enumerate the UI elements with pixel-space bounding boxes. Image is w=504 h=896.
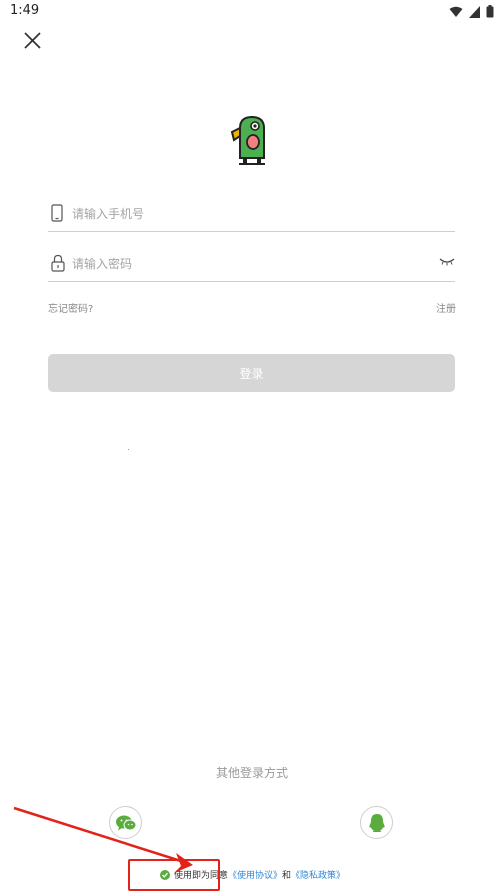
close-icon: [24, 32, 41, 49]
terms-link[interactable]: 《使用协议》: [228, 868, 282, 881]
status-bar: 1:49: [0, 0, 504, 24]
status-time: 1:49: [10, 3, 40, 18]
close-button[interactable]: [20, 28, 46, 54]
parrot-logo-icon: [230, 115, 265, 165]
status-icons: [449, 5, 494, 18]
qq-icon: [368, 813, 385, 832]
battery-icon: [486, 5, 494, 18]
wechat-login-button[interactable]: [109, 806, 142, 839]
password-field: [48, 246, 455, 282]
password-input[interactable]: [72, 252, 432, 276]
agreement-and: 和: [282, 871, 292, 881]
signal-icon: [469, 5, 480, 18]
app-logo: [228, 114, 276, 166]
qq-login-button[interactable]: [360, 806, 393, 839]
lock-icon: [51, 254, 65, 272]
phone-icon: [51, 204, 63, 222]
wechat-icon: [115, 815, 136, 830]
other-login-label: 其他登录方式: [215, 766, 288, 780]
login-button[interactable]: 登录: [48, 354, 455, 392]
forgot-password-link[interactable]: 忘记密码?: [48, 300, 93, 315]
phone-input[interactable]: [72, 202, 432, 226]
stray-dot: [128, 449, 129, 450]
phone-field: [48, 196, 455, 232]
register-link[interactable]: 注册: [436, 300, 456, 315]
eye-closed-icon[interactable]: [439, 258, 455, 266]
annotation-highlight-box: [128, 859, 220, 891]
wifi-icon: [449, 6, 463, 17]
privacy-link[interactable]: 《隐私政策》: [291, 868, 345, 881]
